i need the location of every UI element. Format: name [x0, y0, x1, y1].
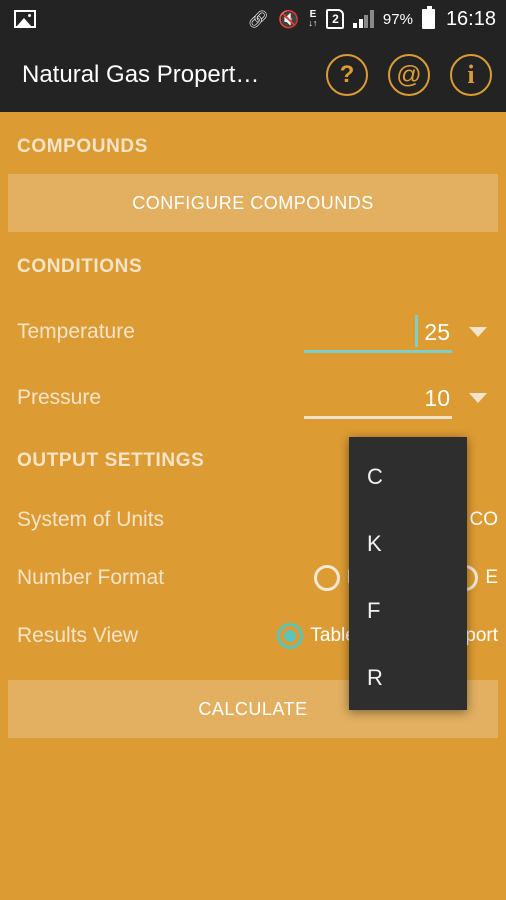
chevron-down-icon: [469, 327, 487, 337]
status-bar-left: [14, 10, 36, 28]
temperature-underline: [304, 350, 452, 353]
temperature-unit-dropdown-menu[interactable]: C K F R: [349, 437, 467, 710]
radio-dot-icon: [277, 623, 304, 649]
compounds-section-title: COMPOUNDS: [17, 136, 149, 157]
signal-bars-icon: [353, 10, 374, 28]
edge-network-icon: E ↓↑: [308, 10, 317, 28]
battery-icon: [421, 6, 435, 29]
pressure-underline: [304, 416, 452, 419]
dropdown-item-f[interactable]: F: [349, 577, 467, 644]
dropdown-item-c[interactable]: C: [349, 443, 467, 510]
battery-percent: 97%: [382, 10, 413, 28]
photo-icon: [14, 10, 36, 28]
chevron-down-icon: [469, 393, 487, 403]
radio-label: CO: [469, 509, 499, 530]
pressure-row: Pressure 10: [8, 370, 498, 426]
pressure-unit-dropdown[interactable]: [458, 393, 498, 403]
radio-dot-icon: [313, 565, 340, 591]
number-format-label: Number Format: [17, 566, 165, 589]
app-bar: Natural Gas Propert… ? @ i: [0, 38, 506, 112]
app-bar-actions: ? @ i: [326, 54, 492, 96]
conditions-section-title: CONDITIONS: [17, 256, 143, 277]
dropdown-item-k[interactable]: K: [349, 510, 467, 577]
status-bar-clock: 16:18: [445, 7, 496, 30]
temperature-unit-dropdown[interactable]: [458, 327, 498, 337]
info-icon[interactable]: i: [450, 54, 492, 96]
main-content: COMPOUNDS CONFIGURE COMPOUNDS CONDITIONS…: [0, 112, 506, 900]
temperature-input[interactable]: 25: [304, 311, 452, 353]
pressure-input[interactable]: 10: [304, 377, 452, 419]
pressure-value: 10: [424, 384, 450, 411]
sim-card-icon: 2: [326, 9, 345, 29]
page-title: Natural Gas Propert…: [22, 61, 260, 88]
text-caret: [415, 315, 418, 347]
help-icon[interactable]: ?: [326, 54, 368, 96]
bluetooth-icon: 🔗︎: [247, 9, 270, 29]
results-view-label: Results View: [17, 624, 138, 647]
status-bar-right: 🔗︎ 🔇 E ↓↑ 2 97% 16:18: [247, 6, 496, 31]
pressure-label: Pressure: [17, 386, 102, 409]
system-of-units-label: System of Units: [17, 508, 165, 531]
vibrate-mute-icon: 🔇: [278, 9, 300, 29]
configure-compounds-button[interactable]: CONFIGURE COMPOUNDS: [8, 174, 498, 232]
temperature-label: Temperature: [17, 320, 135, 343]
temperature-value: 25: [424, 318, 450, 345]
temperature-row: Temperature 25: [8, 304, 498, 360]
edge-arrows: ↓↑: [308, 18, 318, 28]
dropdown-item-r[interactable]: R: [349, 644, 467, 711]
radio-table[interactable]: Table: [277, 623, 356, 649]
contact-at-icon[interactable]: @: [388, 54, 430, 96]
radio-label: E: [485, 567, 498, 588]
status-bar: 🔗︎ 🔇 E ↓↑ 2 97% 16:18: [0, 0, 506, 38]
